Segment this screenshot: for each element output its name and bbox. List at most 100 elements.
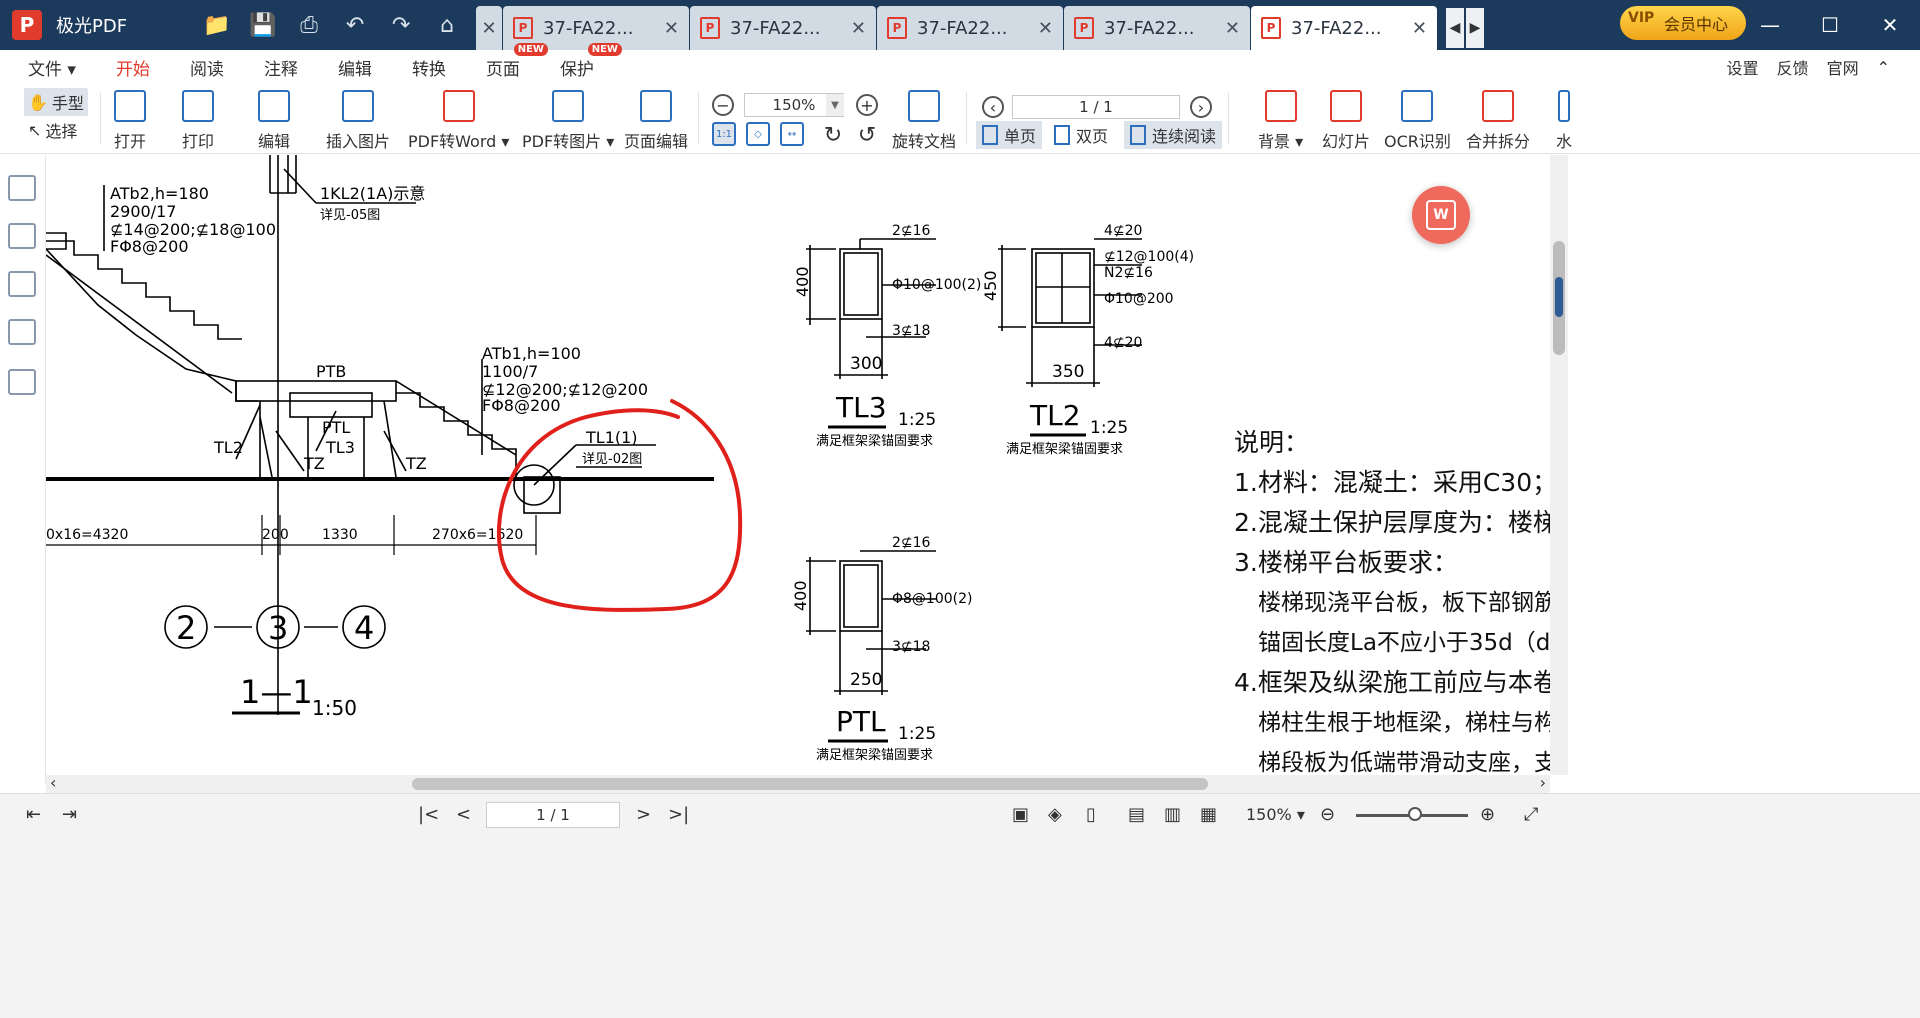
prev-view-icon[interactable]: ⇤ bbox=[26, 802, 41, 826]
menu-read[interactable]: 阅读 bbox=[190, 55, 224, 80]
zoom-in-icon[interactable]: + bbox=[856, 94, 878, 116]
single-page-status-icon[interactable]: ▤ bbox=[1128, 802, 1145, 826]
status-page-input[interactable]: 1 / 1 bbox=[486, 802, 620, 828]
pdf-to-image-button[interactable]: PDF转图片 ▾ bbox=[522, 84, 614, 152]
tab-hidden[interactable]: ✕ bbox=[476, 6, 502, 50]
horizontal-scroll-thumb[interactable] bbox=[412, 778, 1208, 790]
last-page-icon[interactable]: >| bbox=[668, 802, 689, 826]
menu-annotate[interactable]: 注释 bbox=[264, 55, 298, 80]
document-tab[interactable]: P 37-FA22... ✕ bbox=[877, 6, 1063, 50]
fit-width-status-icon[interactable]: ▯ bbox=[1086, 802, 1096, 826]
continuous-status-icon[interactable]: ▥ bbox=[1164, 802, 1181, 826]
rotate-cw-icon[interactable]: ↻ bbox=[822, 123, 844, 148]
close-icon[interactable]: ✕ bbox=[1225, 18, 1240, 39]
document-tab[interactable]: P 37-FA22... ✕ bbox=[690, 6, 876, 50]
tab-scroll-left-icon[interactable]: ◀ bbox=[1446, 8, 1464, 48]
tz-label-right: TZ bbox=[405, 454, 427, 473]
undo-icon[interactable]: ↶ bbox=[339, 9, 371, 41]
print-icon[interactable]: ⎙ bbox=[293, 9, 325, 41]
thumbnails-icon[interactable] bbox=[8, 223, 36, 249]
close-icon[interactable]: ✕ bbox=[481, 18, 496, 39]
document-canvas[interactable]: ATb2,h=180 2900/17 ⊈14@200;⊈18@100 FΦ8@2… bbox=[46, 155, 1550, 775]
settings-link[interactable]: 设置 bbox=[1727, 55, 1759, 79]
menu-protect[interactable]: 保护 NEW bbox=[560, 42, 622, 80]
hand-icon: ✋ bbox=[28, 92, 48, 112]
close-window-icon[interactable]: ✕ bbox=[1860, 13, 1920, 37]
vertical-scrollbar[interactable] bbox=[1550, 155, 1568, 775]
pdf-file-icon: P bbox=[1261, 17, 1281, 39]
edit-button[interactable]: 编辑 bbox=[258, 84, 290, 152]
document-tab[interactable]: P 37-FA22... ✕ bbox=[1064, 6, 1250, 50]
vertical-scroll-thumb[interactable] bbox=[1553, 241, 1565, 355]
text-icon[interactable] bbox=[8, 369, 36, 395]
menu-edit[interactable]: 编辑 bbox=[338, 55, 372, 80]
close-icon[interactable]: ✕ bbox=[1038, 18, 1053, 39]
single-page-button[interactable]: 单页 bbox=[976, 121, 1043, 149]
prev-page-icon[interactable]: ‹ bbox=[982, 96, 1004, 118]
ocr-button[interactable]: OCR识别 bbox=[1384, 84, 1451, 152]
close-icon[interactable]: ✕ bbox=[1412, 18, 1427, 39]
print-button[interactable]: 打印 bbox=[182, 84, 214, 152]
slideshow-button[interactable]: 幻灯片 bbox=[1322, 84, 1370, 152]
menu-file[interactable]: 文件 ▾ bbox=[28, 55, 76, 80]
prev-page-status-icon[interactable]: < bbox=[456, 802, 471, 826]
select-tool-button[interactable]: ↖ 选择 bbox=[24, 116, 88, 144]
insert-image-button[interactable]: 插入图片 bbox=[326, 84, 390, 152]
status-zoom-in-icon[interactable]: ⊕ bbox=[1480, 802, 1495, 826]
fit-page-icon[interactable]: ◇ bbox=[746, 122, 770, 146]
open-folder-icon[interactable]: 📁 bbox=[201, 9, 233, 41]
scroll-left-icon[interactable]: ‹ bbox=[50, 773, 56, 792]
search-icon[interactable] bbox=[8, 319, 36, 345]
zoom-dropdown-icon[interactable]: ▼ bbox=[826, 94, 844, 116]
menu-convert[interactable]: 转换 bbox=[412, 55, 446, 80]
status-zoom-select[interactable]: 150% ▾ bbox=[1246, 802, 1305, 826]
collapse-ribbon-icon[interactable]: ⌃ bbox=[1877, 58, 1890, 77]
next-page-icon[interactable]: › bbox=[1190, 96, 1212, 118]
actual-size-icon[interactable]: 1:1 bbox=[712, 122, 736, 146]
status-zoom-out-icon[interactable]: ⊖ bbox=[1320, 802, 1335, 826]
close-icon[interactable]: ✕ bbox=[664, 18, 679, 39]
background-button[interactable]: 背景 ▾ bbox=[1258, 84, 1303, 152]
menu-start[interactable]: 开始 bbox=[113, 55, 152, 88]
feedback-link[interactable]: 反馈 bbox=[1777, 55, 1809, 79]
pdf-to-word-button[interactable]: PDF转Word ▾ bbox=[408, 84, 509, 152]
print-label: 打印 bbox=[182, 132, 215, 151]
redo-icon[interactable]: ↷ bbox=[385, 9, 417, 41]
annotations-icon[interactable] bbox=[8, 271, 36, 297]
website-link[interactable]: 官网 bbox=[1827, 55, 1859, 79]
next-view-icon[interactable]: ⇥ bbox=[62, 802, 77, 826]
save-icon[interactable]: 💾 bbox=[247, 9, 279, 41]
kl2-label: 1KL2(1A)示意 bbox=[320, 184, 425, 203]
zoom-out-icon[interactable]: − bbox=[712, 94, 734, 116]
rotate-ccw-icon[interactable]: ↺ bbox=[856, 123, 878, 148]
minimize-icon[interactable]: — bbox=[1740, 13, 1800, 37]
fit-page-status-icon[interactable]: ◈ bbox=[1048, 802, 1062, 826]
double-page-status-icon[interactable]: ▦ bbox=[1200, 802, 1217, 826]
watermark-button[interactable]: 水 bbox=[1556, 84, 1572, 152]
maximize-icon[interactable]: ☐ bbox=[1800, 13, 1860, 37]
double-page-button[interactable]: 双页 bbox=[1048, 121, 1114, 149]
open-button[interactable]: 打开 bbox=[114, 84, 146, 152]
floating-convert-button[interactable]: W bbox=[1412, 186, 1470, 244]
merge-split-button[interactable]: 合并拆分 bbox=[1466, 84, 1530, 152]
first-page-icon[interactable]: |< bbox=[418, 802, 439, 826]
continuous-read-button[interactable]: 连续阅读 bbox=[1124, 121, 1223, 149]
hand-tool-button[interactable]: ✋ 手型 bbox=[24, 88, 88, 116]
horizontal-scrollbar[interactable]: ‹ › bbox=[46, 773, 1550, 793]
page-edit-button[interactable]: 页面编辑 bbox=[624, 84, 688, 152]
page-number-input[interactable]: 1 / 1 bbox=[1012, 95, 1180, 119]
scroll-right-icon[interactable]: › bbox=[1540, 773, 1546, 792]
fullscreen-icon[interactable]: ⤢ bbox=[1524, 802, 1538, 826]
actual-size-status-icon[interactable]: ▣ bbox=[1012, 802, 1029, 826]
tab-scroll-right-icon[interactable]: ▶ bbox=[1466, 8, 1484, 48]
document-tab-active[interactable]: P 37-FA22... ✕ bbox=[1251, 6, 1437, 50]
next-page-status-icon[interactable]: > bbox=[636, 802, 651, 826]
menu-page[interactable]: 页面 NEW bbox=[486, 42, 548, 80]
vip-center-button[interactable]: VIP 会员中心 bbox=[1620, 6, 1746, 40]
rotate-doc-button[interactable]: 旋转文档 bbox=[892, 84, 956, 152]
fit-width-icon[interactable]: ↔ bbox=[780, 122, 804, 146]
close-icon[interactable]: ✕ bbox=[851, 18, 866, 39]
outline-icon[interactable] bbox=[8, 175, 36, 201]
home-icon[interactable]: ⌂ bbox=[431, 9, 463, 41]
zoom-slider-knob[interactable] bbox=[1408, 807, 1422, 821]
